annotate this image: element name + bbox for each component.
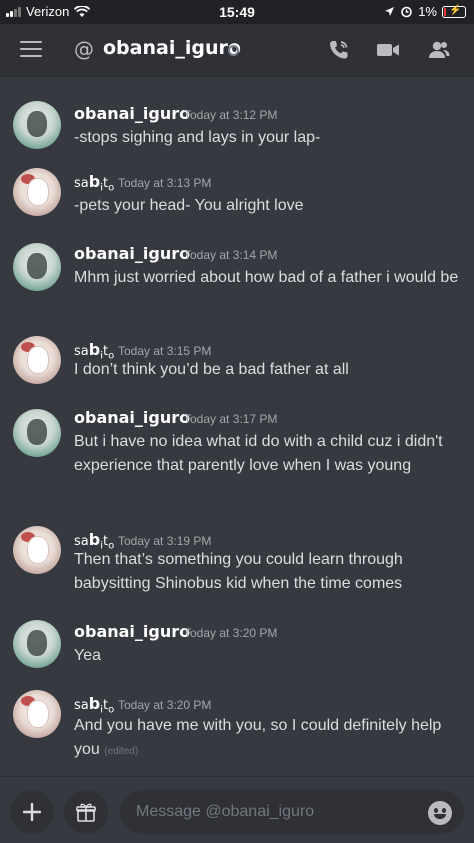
- message-content: -stops sighing and lays in your lap-: [74, 129, 321, 146]
- message-timestamp: Today at 3:19 PM: [118, 534, 212, 548]
- message-input[interactable]: [120, 790, 464, 834]
- location-icon: [385, 7, 395, 16]
- chat-header: @ obanai_iguro: [0, 24, 474, 76]
- avatar[interactable]: [13, 243, 61, 291]
- message-timestamp: Today at 3:20 PM: [184, 626, 278, 640]
- message-timestamp: Today at 3:14 PM: [184, 248, 278, 262]
- members-icon[interactable]: [427, 38, 451, 62]
- alarm-icon: [401, 6, 413, 18]
- gift-icon: [76, 803, 96, 822]
- at-icon: @: [74, 37, 94, 61]
- message-timestamp: Today at 3:17 PM: [184, 412, 278, 426]
- message-composer: [0, 776, 474, 843]
- message-author[interactable]: obanai_iguro: [74, 244, 190, 263]
- video-icon[interactable]: [376, 38, 400, 62]
- message-content: Yea: [74, 647, 101, 664]
- message-content: Mhm just worried about how bad of a fath…: [74, 269, 459, 286]
- plus-icon: [23, 803, 41, 821]
- message-content: I don’t think you’d be a bad father at a…: [74, 361, 349, 378]
- avatar[interactable]: [13, 620, 61, 668]
- message-author[interactable]: obanai_iguro: [74, 408, 190, 427]
- message-author[interactable]: sabito: [74, 694, 114, 716]
- menu-icon[interactable]: [20, 41, 42, 57]
- avatar[interactable]: [13, 690, 61, 738]
- message-content: And you have me with you, so I could def…: [74, 717, 442, 758]
- message-timestamp: Today at 3:15 PM: [118, 344, 212, 358]
- gift-button[interactable]: [64, 790, 108, 834]
- avatar[interactable]: [13, 101, 61, 149]
- message-author[interactable]: obanai_iguro: [74, 104, 190, 123]
- message-author[interactable]: obanai_iguro: [74, 622, 190, 641]
- call-icon[interactable]: [327, 38, 351, 62]
- battery-icon: ⚡: [442, 5, 466, 18]
- message-content: Then that’s something you could learn th…: [74, 551, 403, 592]
- avatar[interactable]: [13, 526, 61, 574]
- message-content: But i have no idea what id do with a chi…: [74, 433, 443, 474]
- message-timestamp: Today at 3:12 PM: [184, 108, 278, 122]
- avatar[interactable]: [13, 336, 61, 384]
- plus-button[interactable]: [10, 790, 54, 834]
- status-right: 1% ⚡: [384, 4, 466, 19]
- status-bar: Verizon 15:49 1% ⚡: [0, 0, 474, 24]
- battery-percent: 1%: [418, 4, 437, 19]
- message-timestamp: Today at 3:20 PM: [118, 698, 212, 712]
- message-author[interactable]: sabito: [74, 172, 114, 194]
- message-timestamp: Today at 3:13 PM: [118, 176, 212, 190]
- avatar[interactable]: [13, 409, 61, 457]
- channel-name[interactable]: obanai_iguro: [103, 37, 241, 59]
- emoji-icon[interactable]: [428, 801, 452, 825]
- status-offline-icon: [228, 45, 239, 56]
- edited-label: (edited): [104, 746, 139, 757]
- message-content: -pets your head- You alright love: [74, 197, 304, 214]
- avatar[interactable]: [13, 168, 61, 216]
